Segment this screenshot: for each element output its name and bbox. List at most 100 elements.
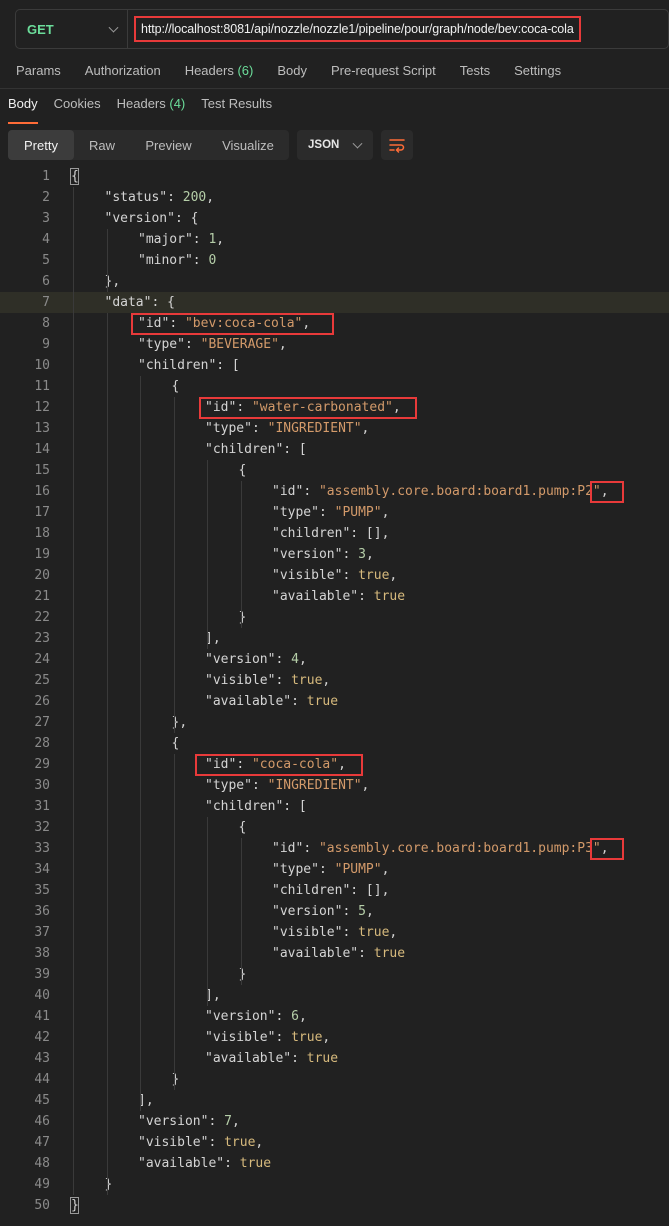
json-str: "PUMP"	[334, 862, 382, 877]
json-key: "visible"	[138, 1135, 209, 1150]
line-number: 4	[42, 232, 50, 247]
line-number: 49	[34, 1177, 50, 1192]
json-pun: ,	[255, 1135, 264, 1150]
line-text: "type": "BEVERAGE",	[138, 334, 287, 355]
json-bool: true	[306, 1051, 339, 1066]
json-num: 7	[224, 1114, 232, 1129]
code-line: 11 {	[0, 376, 669, 397]
line-text: {	[239, 460, 247, 481]
line-number: 27	[34, 715, 50, 730]
json-key: "children"	[205, 799, 284, 814]
line-number: 15	[34, 463, 50, 478]
json-key: "type"	[205, 778, 252, 793]
response-tab-body[interactable]: Body	[8, 96, 38, 124]
view-mode-visualize[interactable]: Visualize	[207, 130, 289, 160]
url-input[interactable]: http://localhost:8081/api/nozzle/nozzle1…	[134, 16, 581, 42]
json-key: "type"	[272, 505, 319, 520]
tab-pre-request-script[interactable]: Pre-request Script	[331, 63, 436, 83]
code-line: 36 "version": 5,	[0, 901, 669, 922]
tab-settings[interactable]: Settings	[514, 63, 561, 83]
line-text: "version": 4,	[205, 649, 307, 670]
code-line: 23],	[0, 628, 669, 649]
json-pun: : [	[283, 442, 307, 457]
json-pun: :	[251, 778, 268, 793]
view-mode-raw[interactable]: Raw	[74, 130, 130, 160]
tab-label: Cookies	[53, 96, 101, 111]
json-pun: :	[291, 1051, 307, 1066]
tab-tests[interactable]: Tests	[460, 63, 490, 83]
json-pun: :	[184, 337, 201, 352]
view-mode-pretty[interactable]: Pretty	[8, 130, 74, 160]
code-line: 37 "visible": true,	[0, 922, 669, 943]
tab-authorization[interactable]: Authorization	[85, 63, 161, 83]
code-line: 46 "version": 7,	[0, 1111, 669, 1132]
json-pun: :	[318, 505, 335, 520]
line-number: 21	[34, 589, 50, 604]
line-number: 1	[42, 169, 50, 184]
response-body-code[interactable]: 1{2 "status": 200, 3 "version": {4 "major": …	[0, 166, 669, 1216]
code-line: 31 "children": [	[0, 796, 669, 817]
line-number: 5	[42, 253, 50, 268]
response-tab-cookies[interactable]: Cookies	[54, 96, 101, 122]
json-pun: : {	[174, 211, 199, 226]
json-pun: ,	[361, 421, 370, 436]
code-line: 18 "children": [],	[0, 523, 669, 544]
json-pun: :	[303, 484, 319, 499]
chevron-down-icon	[108, 22, 119, 33]
line-text: "available": true	[205, 1048, 338, 1069]
tab-headers[interactable]: Headers (6)	[185, 63, 254, 83]
json-key: "visible"	[272, 925, 343, 940]
tab-label: Tests	[459, 63, 491, 78]
json-pun: :	[342, 925, 359, 940]
code-line: 1{	[0, 166, 669, 187]
line-number: 19	[34, 547, 50, 562]
divider	[0, 88, 669, 89]
json-pun: :	[303, 841, 319, 856]
line-text: "visible": true,	[272, 922, 397, 943]
line-number: 25	[34, 673, 50, 688]
indent-guide	[207, 460, 208, 649]
code-line: 49}	[0, 1174, 669, 1195]
line-number: 17	[34, 505, 50, 520]
line-number: 13	[34, 421, 50, 436]
response-tab-test-results[interactable]: Test Results	[201, 96, 272, 122]
tab-params[interactable]: Params	[16, 63, 61, 83]
json-num: 3	[358, 547, 366, 562]
json-key: "available"	[272, 589, 359, 604]
view-mode-preview[interactable]: Preview	[130, 130, 207, 160]
line-text: "status": 200,	[105, 187, 215, 208]
tab-label: Authorization	[84, 63, 161, 78]
json-str: "PUMP"	[334, 505, 382, 520]
json-str: "INGREDIENT"	[267, 778, 362, 793]
tab-label: Headers	[116, 96, 166, 111]
code-line: 14 "children": [	[0, 439, 669, 460]
json-pun: :	[251, 421, 268, 436]
method-select[interactable]: GET	[16, 10, 128, 48]
line-number: 26	[34, 694, 50, 709]
code-line: 38 "available": true	[0, 943, 669, 964]
json-pun: ,	[381, 862, 390, 877]
json-pun: :	[318, 862, 335, 877]
json-key: "minor"	[138, 253, 193, 268]
json-key: "version"	[272, 547, 343, 562]
json-pun: ,	[216, 232, 225, 247]
json-str: "assembly.core.board:board1.pump:P2"	[318, 484, 601, 499]
code-line: 20 "visible": true,	[0, 565, 669, 586]
response-tab-headers[interactable]: Headers (4)	[117, 96, 186, 122]
format-select[interactable]: JSON	[297, 130, 373, 160]
line-number: 7	[42, 295, 50, 310]
json-key: "type"	[138, 337, 185, 352]
line-number: 24	[34, 652, 50, 667]
request-tabs: Params Authorization Headers (6) Body Pre-re…	[16, 63, 585, 83]
indent-guide	[173, 397, 175, 733]
line-text: "type": "INGREDIENT",	[205, 775, 369, 796]
json-pun: ,	[322, 1030, 331, 1045]
json-pun: ,	[381, 505, 390, 520]
json-num: 0	[208, 253, 217, 268]
json-num: 200	[182, 190, 207, 205]
json-pun: :	[291, 694, 307, 709]
json-pun: : [	[283, 799, 307, 814]
wrap-lines-button[interactable]	[381, 130, 413, 160]
line-text: {	[172, 733, 180, 754]
tab-body[interactable]: Body	[277, 63, 307, 83]
